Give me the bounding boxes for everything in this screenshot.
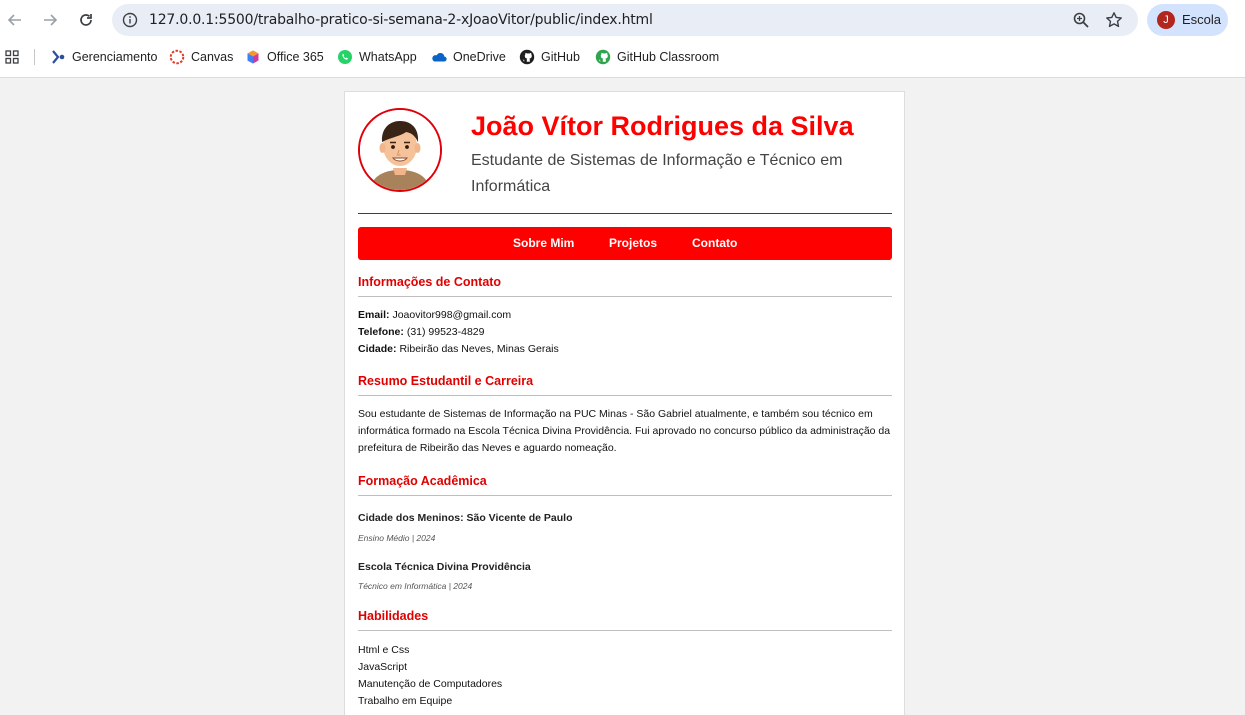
- bookmark-star-icon[interactable]: [1105, 11, 1123, 29]
- bookmark-onedrive[interactable]: OneDrive: [431, 48, 506, 66]
- url-text[interactable]: 127.0.0.1:5500/trabalho-pratico-si-seman…: [149, 12, 653, 28]
- skill-item: JavaScript: [358, 661, 408, 673]
- section-divider: [358, 630, 892, 631]
- bookmark-label: Gerenciamento: [72, 50, 158, 64]
- gerenciamento-icon: [52, 50, 65, 64]
- main-nav: Sobre Mim Projetos Contato: [358, 227, 892, 260]
- skill-item: Manutenção de Computadores: [358, 678, 503, 690]
- email-value: Joaovitor998@gmail.com: [392, 309, 512, 321]
- email-label: Email:: [358, 309, 390, 321]
- reload-icon[interactable]: [74, 8, 98, 32]
- nav-link-projetos[interactable]: Projetos: [609, 236, 657, 250]
- city-value: Ribeirão das Neves, Minas Gerais: [399, 343, 559, 355]
- back-icon[interactable]: [3, 8, 27, 32]
- office-365-icon: [247, 50, 259, 64]
- nav-link-contato[interactable]: Contato: [692, 236, 737, 250]
- education-school: Cidade dos Meninos: São Vicente de Paulo: [358, 512, 573, 524]
- site-info-icon[interactable]: [122, 12, 138, 28]
- bookmark-canvas[interactable]: Canvas: [169, 48, 233, 66]
- resume-card: João Vítor Rodrigues da Silva Estudante …: [344, 91, 905, 715]
- bookmark-label: WhatsApp: [359, 50, 417, 64]
- education-meta: Ensino Médio | 2024: [358, 533, 436, 543]
- section-divider: [358, 395, 892, 396]
- bookmarks-separator: [34, 49, 35, 65]
- onedrive-cloud-icon: [432, 52, 447, 62]
- profile-photo: [358, 108, 442, 192]
- header-divider: [358, 213, 892, 214]
- section-title-contact: Informações de Contato: [358, 275, 502, 289]
- skill-item: Trabalho em Equipe: [358, 695, 453, 707]
- nav-link-sobre-mim[interactable]: Sobre Mim: [513, 236, 574, 250]
- section-title-education: Formação Acadêmica: [358, 474, 487, 488]
- github-classroom-icon: [595, 49, 611, 65]
- github-icon: [519, 49, 535, 65]
- section-title-resume: Resumo Estudantil e Carreira: [358, 374, 534, 388]
- city-label: Cidade:: [358, 343, 397, 355]
- education-meta: Técnico em Informática | 2024: [358, 581, 473, 591]
- apps-grid-icon[interactable]: [5, 50, 19, 64]
- phone-value: (31) 99523-4829: [406, 326, 485, 338]
- skill-item: Html e Css: [358, 644, 410, 656]
- bookmark-label: Canvas: [191, 50, 234, 64]
- canvas-icon: [169, 49, 185, 65]
- education-school: Escola Técnica Divina Providência: [358, 561, 531, 573]
- contact-email: Email: Joaovitor998@gmail.com: [358, 309, 511, 321]
- browser-toolbar: 127.0.0.1:5500/trabalho-pratico-si-seman…: [0, 0, 1245, 40]
- contact-phone: Telefone: (31) 99523-4829: [358, 326, 484, 338]
- bookmarks-bar: Gerenciamento Canvas Office 365 WhatsApp…: [0, 44, 1245, 70]
- bookmark-label: Office 365: [267, 50, 324, 64]
- profile-illustration: [360, 110, 440, 190]
- contact-city: Cidade: Ribeirão das Neves, Minas Gerais: [358, 343, 559, 355]
- page-subtitle: Estudante de Sistemas de Informação e Té…: [471, 152, 843, 195]
- profile-name: Escola: [1182, 12, 1222, 27]
- address-bar[interactable]: 127.0.0.1:5500/trabalho-pratico-si-seman…: [112, 4, 1138, 36]
- section-title-skills: Habilidades: [358, 609, 429, 623]
- bookmark-label: OneDrive: [453, 50, 506, 64]
- section-divider: [358, 495, 892, 496]
- profile-button[interactable]: J Escola: [1147, 4, 1228, 36]
- whatsapp-icon: [338, 50, 352, 64]
- section-divider: [358, 296, 892, 297]
- bookmark-gerenciamento[interactable]: Gerenciamento: [50, 48, 157, 66]
- bookmark-github[interactable]: GitHub: [519, 48, 580, 66]
- bookmark-label: GitHub: [541, 50, 580, 64]
- bookmark-github-classroom[interactable]: GitHub Classroom: [595, 48, 719, 66]
- zoom-icon[interactable]: [1072, 11, 1090, 29]
- forward-icon[interactable]: [38, 8, 62, 32]
- bookmark-office-365[interactable]: Office 365: [245, 48, 324, 66]
- avatar: J: [1157, 11, 1175, 29]
- resume-text: Sou estudante de Sistemas de Informação …: [358, 408, 891, 454]
- page-title: João Vítor Rodrigues da Silva: [471, 111, 854, 141]
- browser-chrome: 127.0.0.1:5500/trabalho-pratico-si-seman…: [0, 0, 1245, 78]
- bookmark-whatsapp[interactable]: WhatsApp: [337, 48, 417, 66]
- bookmark-label: GitHub Classroom: [617, 50, 720, 64]
- phone-label: Telefone:: [358, 326, 404, 338]
